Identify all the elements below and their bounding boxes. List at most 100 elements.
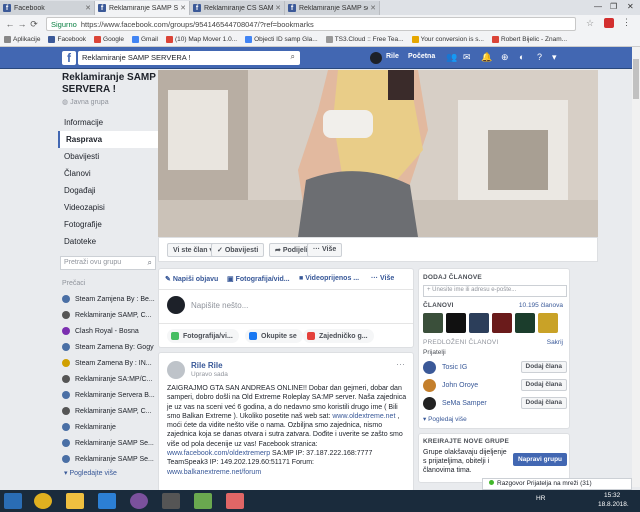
app-icon[interactable] — [162, 493, 180, 509]
avatar[interactable] — [538, 313, 558, 333]
menu-icon[interactable]: ⋮ — [622, 17, 631, 28]
shared-pill-button[interactable]: Zajedničko g... — [303, 329, 374, 343]
avatar[interactable] — [423, 378, 436, 392]
star-icon[interactable]: ☆ — [586, 18, 594, 29]
home-link[interactable]: Početna — [408, 53, 435, 60]
shortcut-item[interactable]: Reklamiranje SAMP, C... — [58, 403, 158, 419]
nav-dogadaji[interactable]: Događaji — [58, 182, 158, 199]
avatar[interactable] — [469, 313, 489, 333]
language-indicator[interactable]: HR — [536, 495, 545, 502]
shortcut-item[interactable]: Steam Zamena By: Gogy — [58, 339, 158, 355]
shortcut-item[interactable]: Reklamiranje SA:MP/C... — [58, 371, 158, 387]
tab-write-post[interactable]: ✎ Napiši objavu — [165, 275, 218, 283]
bookmark-apps[interactable]: Aplikacije — [4, 36, 40, 43]
post-link[interactable]: www.balkanextreme.net/forum — [167, 469, 261, 476]
minimize-icon[interactable]: — — [594, 2, 602, 11]
skype-icon[interactable] — [98, 493, 116, 509]
hide-link[interactable]: Sakrij — [547, 339, 563, 346]
question-icon[interactable]: ? — [537, 52, 542, 62]
avatar[interactable] — [423, 396, 436, 410]
post-options-icon[interactable]: ··· — [396, 359, 405, 369]
nav-rasprava[interactable]: Rasprava — [58, 131, 158, 148]
search-icon[interactable]: ⌕ — [148, 258, 152, 268]
avatar[interactable] — [515, 313, 535, 333]
shortcut-item[interactable]: Reklamiranje SAMP Se...10 — [58, 451, 158, 467]
see-more-link[interactable]: ▾ Pogledajte više — [58, 469, 158, 477]
forward-icon[interactable]: → — [16, 19, 28, 29]
chat-bar[interactable]: Razgovor Prijatelja na mreži (31) — [482, 478, 632, 490]
messenger-icon[interactable]: ✉ — [463, 52, 471, 63]
friends-icon[interactable]: 👥 — [446, 52, 457, 63]
bookmark-objecti[interactable]: Objecti ID samp Gla... — [245, 36, 318, 43]
help-icon[interactable]: ⊕ — [501, 52, 509, 63]
composer-input[interactable]: Napišite nešto... — [191, 301, 248, 310]
post-author[interactable]: Rile Rile — [191, 361, 223, 370]
nav-videozapisi[interactable]: Videozapisi — [58, 199, 158, 216]
group-search-input[interactable]: Pretraži ovu grupu ⌕ — [60, 256, 156, 270]
viber-icon[interactable] — [130, 493, 148, 509]
see-more-link[interactable]: ▾ Pogledaj više — [423, 415, 467, 423]
back-icon[interactable]: ← — [4, 19, 16, 29]
avatar[interactable] — [423, 360, 436, 374]
add-member-input[interactable]: + Unesite ime ili adresu e-pošte... — [423, 285, 567, 297]
close-tab-icon[interactable]: ✕ — [275, 4, 281, 12]
avatar[interactable] — [370, 52, 382, 64]
search-icon[interactable]: ⌕ — [291, 52, 295, 62]
quick-help-icon[interactable]: ◐ — [519, 52, 524, 62]
nav-clanovi[interactable]: Članovi — [58, 165, 158, 182]
browser-tab-samp-serv[interactable]: fReklamiranje SAMP serv...✕ — [285, 1, 380, 15]
avatar[interactable] — [492, 313, 512, 333]
nav-informacije[interactable]: Informacije — [58, 114, 158, 131]
create-group-button[interactable]: Napravi grupu — [513, 453, 567, 466]
bookmark-conversion[interactable]: Your conversion is s... — [411, 36, 484, 43]
account-dropdown-icon[interactable]: ▾ — [552, 52, 557, 63]
add-member-button[interactable]: Dodaj člana — [520, 361, 567, 373]
notifications-icon[interactable]: 🔔 — [481, 52, 492, 63]
tab-live-video[interactable]: ■ Videoprijenos ... — [299, 275, 359, 282]
bookmark-ts3cloud[interactable]: TS3.Cloud :: Free Tea... — [325, 36, 404, 43]
maximize-icon[interactable]: ❐ — [610, 2, 617, 11]
bookmark-map-mover[interactable]: (10) Map Mover 1.0... — [165, 36, 237, 43]
group-name[interactable]: Reklamiranje SAMP SERVERA ! — [62, 72, 158, 96]
shortcut-item[interactable]: Steam Zamjena By : Be... — [58, 291, 158, 307]
notifications-button[interactable]: ✓ Obavijesti — [211, 243, 265, 257]
add-member-button[interactable]: Dodaj člana — [520, 397, 567, 409]
profile-link[interactable]: Rile — [386, 53, 399, 60]
shortcut-item[interactable]: Reklamiranje — [58, 419, 158, 435]
reload-icon[interactable]: ⟳ — [28, 19, 40, 30]
bookmark-gmail[interactable]: Gmail — [131, 36, 158, 43]
tab-photo-video[interactable]: ▣ Fotografija/vid... — [227, 275, 290, 283]
shortcut-item[interactable]: Steam Zamena By : IN... — [58, 355, 158, 371]
members-count-link[interactable]: 10.195 članova — [519, 302, 563, 309]
get-together-pill-button[interactable]: Okupite se — [245, 329, 303, 343]
close-tab-icon[interactable]: ✕ — [180, 4, 186, 12]
avatar[interactable] — [167, 361, 185, 379]
close-tab-icon[interactable]: ✕ — [85, 4, 91, 12]
post-timestamp[interactable]: Upravo sada — [191, 371, 228, 378]
shortcut-item[interactable]: Reklamiranje Servera B... — [58, 387, 158, 403]
browser-tab-samp-active[interactable]: fReklamiranje SAMP SERV...✕ — [95, 1, 190, 15]
avatar[interactable] — [423, 313, 443, 333]
close-window-icon[interactable]: ✕ — [627, 2, 634, 11]
shortcut-item[interactable]: Reklamiranje SAMP, C... — [58, 307, 158, 323]
tab-more[interactable]: ··· Više — [371, 275, 394, 282]
folder-icon[interactable] — [66, 493, 84, 509]
clock-date[interactable]: 18.8.2018. — [598, 501, 629, 508]
bookmark-robert[interactable]: Robert Bijelic - Znam... — [491, 36, 567, 43]
chrome-icon[interactable] — [34, 493, 52, 509]
extension-icon[interactable] — [604, 18, 614, 28]
app-icon[interactable] — [226, 493, 244, 509]
photo-video-pill-button[interactable]: Fotografija/vi... — [167, 329, 239, 343]
bookmark-google[interactable]: Google — [94, 36, 124, 43]
more-button[interactable]: ··· Više — [307, 243, 343, 257]
bookmark-facebook[interactable]: Facebook — [48, 36, 86, 43]
app-icon[interactable] — [194, 493, 212, 509]
start-icon[interactable] — [4, 493, 22, 509]
shortcut-item[interactable]: Reklamiranje SAMP Se... — [58, 435, 158, 451]
post-link[interactable]: www.facebook.com/oldextremerp — [167, 450, 270, 457]
avatar[interactable] — [446, 313, 466, 333]
nav-fotografije[interactable]: Fotografije — [58, 216, 158, 233]
post-link[interactable]: www.oldextreme.net — [332, 413, 395, 420]
clock-time[interactable]: 15:32 — [604, 492, 620, 499]
browser-tab-facebook[interactable]: f Facebook ✕ — [0, 1, 95, 15]
